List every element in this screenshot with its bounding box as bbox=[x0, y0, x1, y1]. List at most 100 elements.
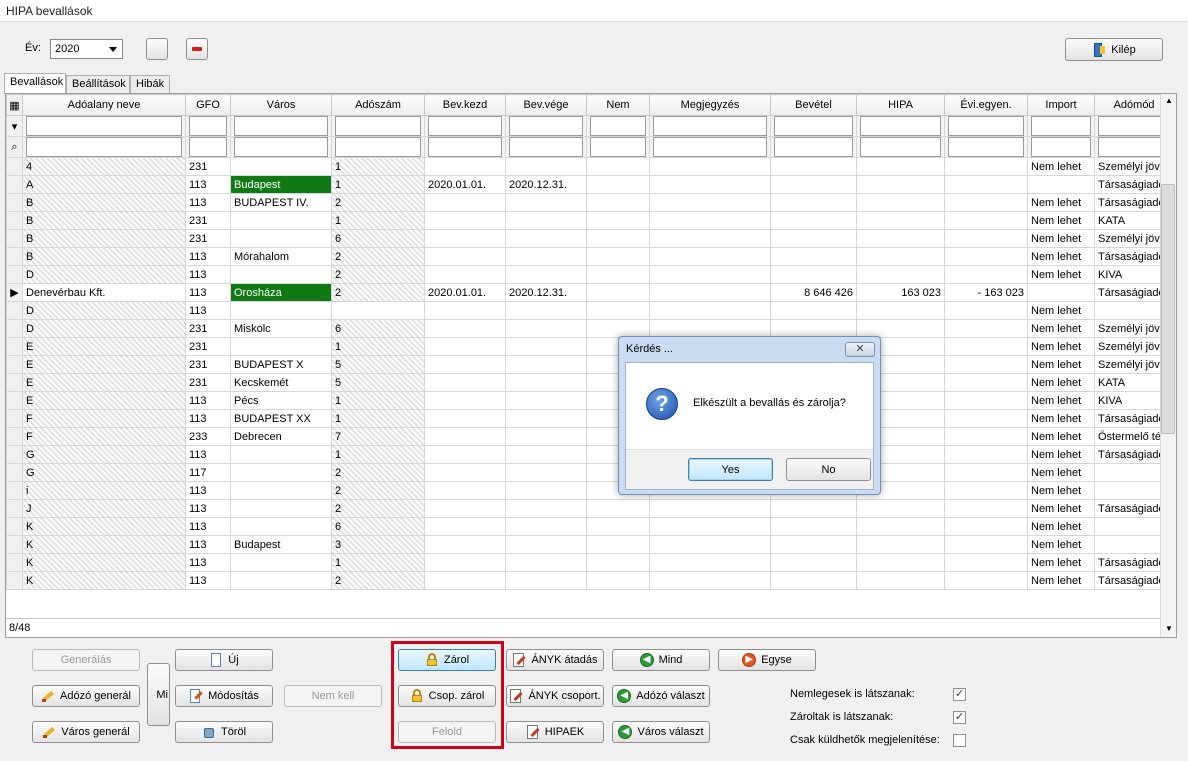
table-cell[interactable] bbox=[586, 535, 650, 554]
filter-input[interactable] bbox=[509, 116, 583, 136]
blank-tool-button[interactable] bbox=[146, 38, 168, 60]
table-cell[interactable]: B bbox=[22, 229, 186, 248]
table-cell[interactable] bbox=[424, 265, 506, 284]
table-row[interactable]: D 231 Miskolc 6 Nem lehet Személyi jöve bbox=[6, 319, 1175, 338]
table-cell[interactable] bbox=[230, 301, 332, 320]
table-cell[interactable] bbox=[649, 229, 771, 248]
delete-button[interactable]: Töröl bbox=[175, 721, 273, 743]
table-cell[interactable] bbox=[505, 247, 587, 266]
table-cell[interactable]: Nem lehet bbox=[1027, 247, 1095, 266]
table-cell[interactable]: 233 bbox=[185, 427, 231, 446]
table-cell[interactable]: Debrecen bbox=[230, 427, 332, 446]
table-cell[interactable] bbox=[586, 193, 650, 212]
table-cell[interactable] bbox=[424, 157, 506, 176]
search-input[interactable] bbox=[1031, 137, 1091, 157]
table-cell[interactable]: 1 bbox=[331, 211, 425, 230]
table-cell[interactable]: 7 bbox=[331, 427, 425, 446]
table-cell[interactable] bbox=[649, 571, 771, 590]
tab-hibak[interactable]: Hibák bbox=[130, 75, 170, 93]
mi-button[interactable]: Mi bbox=[147, 663, 170, 726]
minus-button[interactable] bbox=[186, 38, 208, 60]
table-cell[interactable] bbox=[424, 373, 506, 392]
table-cell[interactable] bbox=[770, 229, 857, 248]
search-input[interactable] bbox=[774, 137, 853, 157]
search-input[interactable] bbox=[653, 137, 767, 157]
table-cell[interactable]: 6 bbox=[331, 229, 425, 248]
table-cell[interactable] bbox=[944, 193, 1028, 212]
table-cell[interactable] bbox=[944, 319, 1028, 338]
table-cell[interactable] bbox=[586, 319, 650, 338]
table-cell[interactable] bbox=[944, 391, 1028, 410]
table-cell[interactable]: 2 bbox=[331, 193, 425, 212]
table-cell[interactable]: 2 bbox=[331, 499, 425, 518]
filter-input[interactable] bbox=[774, 116, 853, 136]
table-cell[interactable]: 113 bbox=[185, 535, 231, 554]
table-cell[interactable]: 2 bbox=[331, 481, 425, 500]
table-cell[interactable]: B bbox=[22, 247, 186, 266]
table-cell[interactable]: Nem lehet bbox=[1027, 427, 1095, 446]
table-cell[interactable] bbox=[770, 175, 857, 194]
table-cell[interactable]: F bbox=[22, 427, 186, 446]
table-cell[interactable] bbox=[424, 391, 506, 410]
table-cell[interactable] bbox=[230, 445, 332, 464]
data-grid[interactable]: ▦ Adóalany neve GFO Város Adószám Bev.ke… bbox=[5, 93, 1177, 638]
table-cell[interactable]: K bbox=[22, 535, 186, 554]
search-input[interactable] bbox=[189, 137, 227, 157]
table-cell[interactable] bbox=[856, 535, 945, 554]
table-cell[interactable]: 5 bbox=[331, 355, 425, 374]
table-cell[interactable] bbox=[505, 373, 587, 392]
table-cell[interactable] bbox=[505, 193, 587, 212]
table-cell[interactable] bbox=[505, 211, 587, 230]
table-cell[interactable]: Orosháza bbox=[230, 283, 332, 302]
table-cell[interactable]: 6 bbox=[331, 517, 425, 536]
table-cell[interactable]: J bbox=[22, 499, 186, 518]
table-cell[interactable] bbox=[649, 175, 771, 194]
table-cell[interactable]: D bbox=[22, 301, 186, 320]
table-row[interactable]: i 113 2 Nem lehet bbox=[6, 481, 1175, 500]
col-header[interactable]: Megjegyzés bbox=[649, 94, 771, 116]
table-cell[interactable] bbox=[856, 571, 945, 590]
table-cell[interactable]: 113 bbox=[185, 481, 231, 500]
table-cell[interactable]: 6 bbox=[331, 319, 425, 338]
col-header[interactable]: GFO bbox=[185, 94, 231, 116]
filter-input[interactable] bbox=[26, 116, 182, 136]
col-header[interactable]: Adóalany neve bbox=[22, 94, 186, 116]
year-select[interactable]: 2020 bbox=[50, 39, 123, 59]
table-cell[interactable]: 231 bbox=[185, 373, 231, 392]
table-cell[interactable] bbox=[230, 499, 332, 518]
table-cell[interactable] bbox=[770, 517, 857, 536]
table-cell[interactable] bbox=[424, 517, 506, 536]
filter-input[interactable] bbox=[428, 116, 502, 136]
table-cell[interactable]: Budapest bbox=[230, 175, 332, 194]
table-cell[interactable]: Nem lehet bbox=[1027, 553, 1095, 572]
table-cell[interactable]: 231 bbox=[185, 355, 231, 374]
table-cell[interactable] bbox=[505, 265, 587, 284]
table-cell[interactable] bbox=[505, 301, 587, 320]
table-cell[interactable] bbox=[586, 283, 650, 302]
table-cell[interactable] bbox=[649, 517, 771, 536]
table-row[interactable]: G 113 1 Nem lehet Társaságiadó bbox=[6, 445, 1175, 464]
table-cell[interactable] bbox=[505, 463, 587, 482]
table-cell[interactable]: BUDAPEST X bbox=[230, 355, 332, 374]
col-header[interactable]: Import bbox=[1027, 94, 1095, 116]
filter-input[interactable] bbox=[653, 116, 767, 136]
table-row[interactable]: E 231 BUDAPEST X 5 Nem lehet Személyi jöve bbox=[6, 355, 1175, 374]
table-cell[interactable]: 1 bbox=[331, 175, 425, 194]
table-cell[interactable]: 231 bbox=[185, 211, 231, 230]
table-cell[interactable]: 113 bbox=[185, 391, 231, 410]
table-cell[interactable]: 113 bbox=[185, 409, 231, 428]
table-cell[interactable]: 2 bbox=[331, 265, 425, 284]
table-cell[interactable] bbox=[649, 211, 771, 230]
table-cell[interactable]: Nem lehet bbox=[1027, 571, 1095, 590]
table-cell[interactable] bbox=[424, 247, 506, 266]
scroll-up-icon[interactable]: ▲ bbox=[1165, 96, 1173, 105]
table-cell[interactable] bbox=[505, 535, 587, 554]
hipaek-button[interactable]: HIPAEK bbox=[506, 721, 604, 743]
new-button[interactable]: Új bbox=[175, 649, 273, 671]
filter-input[interactable] bbox=[335, 116, 421, 136]
table-cell[interactable] bbox=[424, 445, 506, 464]
table-cell[interactable]: Nem lehet bbox=[1027, 211, 1095, 230]
table-cell[interactable]: K bbox=[22, 571, 186, 590]
table-cell[interactable] bbox=[230, 517, 332, 536]
table-cell[interactable] bbox=[505, 481, 587, 500]
